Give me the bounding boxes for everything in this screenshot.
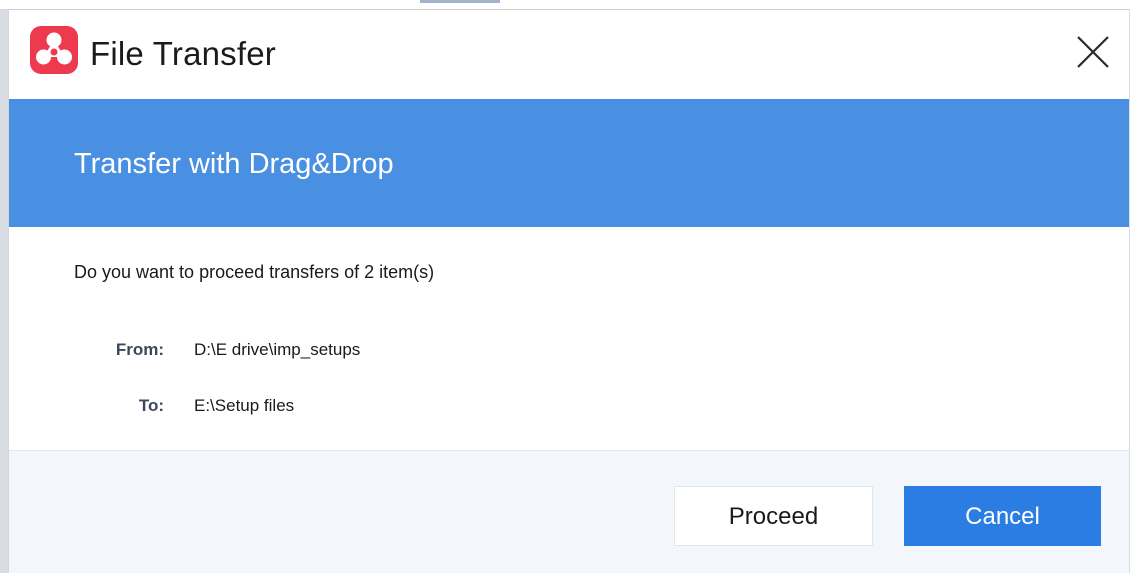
to-path: E:\Setup files xyxy=(194,396,295,415)
title-bar: File Transfer xyxy=(9,10,1129,99)
close-icon[interactable] xyxy=(1073,32,1113,72)
header-banner: Transfer with Drag&Drop xyxy=(9,99,1129,227)
from-label: From: xyxy=(115,340,164,359)
dialog-footer: Proceed Cancel xyxy=(9,450,1129,573)
app-logo-icon xyxy=(30,26,78,74)
close-button[interactable] xyxy=(1073,32,1113,72)
confirmation-question: Do you want to proceed transfers of 2 it… xyxy=(74,262,435,282)
dialog-body: Do you want to proceed transfers of 2 it… xyxy=(9,227,1129,450)
from-path: D:\E drive\imp_setups xyxy=(194,340,361,359)
background-strip xyxy=(0,0,1130,9)
cancel-button[interactable]: Cancel xyxy=(904,486,1101,546)
file-transfer-dialog: File Transfer Transfer with Drag&Drop Do… xyxy=(8,9,1129,573)
proceed-button[interactable]: Proceed xyxy=(674,486,873,546)
to-label: To: xyxy=(138,396,164,415)
banner-title: Transfer with Drag&Drop xyxy=(74,148,394,180)
background-accent xyxy=(420,0,500,3)
window-title: File Transfer xyxy=(90,35,276,72)
